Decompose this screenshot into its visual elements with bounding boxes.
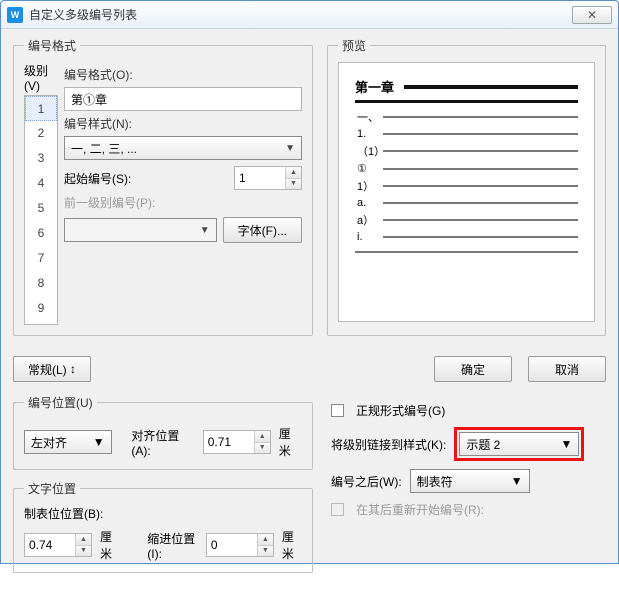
- align-pos-spinner[interactable]: ▲▼: [203, 430, 271, 454]
- start-at-label: 起始编号(S):: [64, 170, 228, 187]
- link-style-label: 将级别链接到样式(K):: [331, 436, 446, 453]
- tab-pos-input[interactable]: [25, 534, 75, 556]
- ok-button[interactable]: 确定: [434, 356, 512, 382]
- close-button[interactable]: ✕: [572, 6, 612, 24]
- after-number-value: 制表符: [417, 473, 453, 490]
- level-item-7[interactable]: 7: [25, 246, 57, 271]
- indent-pos-input[interactable]: [207, 534, 257, 556]
- group-preview-legend: 预览: [338, 37, 370, 54]
- level-item-2[interactable]: 2: [25, 121, 57, 146]
- alignment-combo[interactable]: 左对齐 ▼: [24, 430, 112, 454]
- chevron-down-icon: ▼: [93, 435, 105, 449]
- titlebar: W 自定义多级编号列表 ✕: [1, 1, 618, 29]
- link-style-value: 示题 2: [466, 436, 500, 453]
- preview-line-3: （1）: [355, 143, 379, 159]
- num-style-label: 编号样式(N):: [64, 115, 302, 132]
- num-format-input[interactable]: [64, 87, 302, 111]
- group-text-position-legend: 文字位置: [24, 480, 80, 497]
- level-item-4[interactable]: 4: [25, 171, 57, 196]
- preview-line-4: ①: [355, 162, 379, 175]
- chevron-down-icon: ▼: [560, 437, 572, 451]
- preview-line-8: i.: [355, 231, 379, 243]
- spin-up-icon[interactable]: ▲: [258, 534, 273, 546]
- level-item-8[interactable]: 8: [25, 271, 57, 296]
- content-area: 编号格式 级别(V) 1 2 3 4 5 6 7 8 9: [1, 29, 618, 595]
- spin-down-icon[interactable]: ▼: [258, 546, 273, 557]
- preview-line-6: a.: [355, 197, 379, 209]
- cancel-button[interactable]: 取消: [528, 356, 606, 382]
- after-number-label: 编号之后(W):: [331, 473, 402, 490]
- level-item-6[interactable]: 6: [25, 221, 57, 246]
- spin-up-icon[interactable]: ▲: [76, 534, 91, 546]
- prev-level-combo: ▼: [64, 218, 217, 242]
- formal-numbering-label: 正规形式编号(G): [356, 402, 445, 419]
- start-at-input[interactable]: [235, 167, 285, 189]
- level-item-1[interactable]: 1: [25, 96, 57, 121]
- spin-down-icon[interactable]: ▼: [255, 443, 270, 454]
- preview-pane: 第一章 一、 1. （1） ① 1） a. a） i.: [338, 62, 595, 322]
- preview-line-2: 1.: [355, 128, 379, 140]
- unit-label-3: 厘米: [282, 528, 302, 562]
- num-format-label: 编号格式(O):: [64, 66, 302, 83]
- unit-label-1: 厘米: [279, 425, 302, 459]
- link-style-highlight: 示题 2 ▼: [454, 427, 584, 461]
- level-item-9[interactable]: 9: [25, 296, 57, 321]
- window-title: 自定义多级编号列表: [29, 6, 572, 23]
- font-button[interactable]: 字体(F)...: [223, 217, 302, 243]
- dialog-window: W 自定义多级编号列表 ✕ 编号格式 级别(V) 1 2 3 4 5: [0, 0, 619, 564]
- restart-after-checkbox: [331, 503, 344, 516]
- chevron-down-icon: ▼: [511, 474, 523, 488]
- spin-down-icon[interactable]: ▼: [76, 546, 91, 557]
- level-label: 级别(V): [24, 62, 58, 93]
- start-at-spinner[interactable]: ▲▼: [234, 166, 302, 190]
- restart-after-label: 在其后重新开始编号(R):: [356, 501, 484, 518]
- preview-thick-rule: [404, 85, 578, 89]
- preview-heading: 第一章: [355, 77, 398, 96]
- group-number-position-legend: 编号位置(U): [24, 394, 97, 411]
- chevron-down-icon: ▼: [200, 225, 210, 236]
- general-button[interactable]: 常规(L) ↕: [13, 356, 91, 382]
- group-number-position: 编号位置(U) 左对齐 ▼ 对齐位置(A): ▲▼ 厘米: [13, 394, 313, 470]
- alignment-value: 左对齐: [31, 434, 67, 451]
- preview-line-7: a）: [355, 212, 379, 228]
- spin-up-icon[interactable]: ▲: [286, 167, 301, 179]
- after-number-combo[interactable]: 制表符 ▼: [410, 469, 530, 493]
- tab-pos-spinner[interactable]: ▲▼: [24, 533, 92, 557]
- prev-level-label: 前一级别编号(P):: [64, 194, 302, 211]
- formal-numbering-checkbox[interactable]: [331, 404, 344, 417]
- updown-icon: ↕: [70, 362, 76, 376]
- align-pos-label: 对齐位置(A):: [131, 427, 196, 458]
- link-style-combo[interactable]: 示题 2 ▼: [459, 432, 579, 456]
- level-item-5[interactable]: 5: [25, 196, 57, 221]
- spin-down-icon[interactable]: ▼: [286, 179, 301, 190]
- group-text-position: 文字位置 制表位位置(B): ▲▼ 厘米 缩进位置(I): ▲▼: [13, 480, 313, 573]
- preview-bottom-rule: [355, 251, 578, 253]
- spin-up-icon[interactable]: ▲: [255, 431, 270, 443]
- num-style-value: 一, 二, 三, ...: [71, 140, 137, 157]
- group-number-format: 编号格式 级别(V) 1 2 3 4 5 6 7 8 9: [13, 37, 313, 336]
- level-item-3[interactable]: 3: [25, 146, 57, 171]
- level-listbox[interactable]: 1 2 3 4 5 6 7 8 9: [24, 95, 58, 325]
- group-number-format-legend: 编号格式: [24, 37, 80, 54]
- unit-label-2: 厘米: [100, 528, 120, 562]
- preview-line-5: 1）: [355, 178, 379, 194]
- chevron-down-icon: ▼: [285, 143, 295, 154]
- app-icon: W: [7, 7, 23, 23]
- num-style-combo[interactable]: 一, 二, 三, ... ▼: [64, 136, 302, 160]
- tab-pos-label: 制表位位置(B):: [24, 505, 302, 522]
- group-preview: 预览 第一章 一、 1. （1） ① 1） a. a） i.: [327, 37, 606, 336]
- close-icon: ✕: [587, 8, 597, 22]
- preview-line-1: 一、: [355, 109, 379, 125]
- preview-thick-rule-2: [355, 100, 578, 103]
- indent-pos-spinner[interactable]: ▲▼: [206, 533, 274, 557]
- indent-pos-label: 缩进位置(I):: [147, 530, 200, 561]
- align-pos-input[interactable]: [204, 431, 254, 453]
